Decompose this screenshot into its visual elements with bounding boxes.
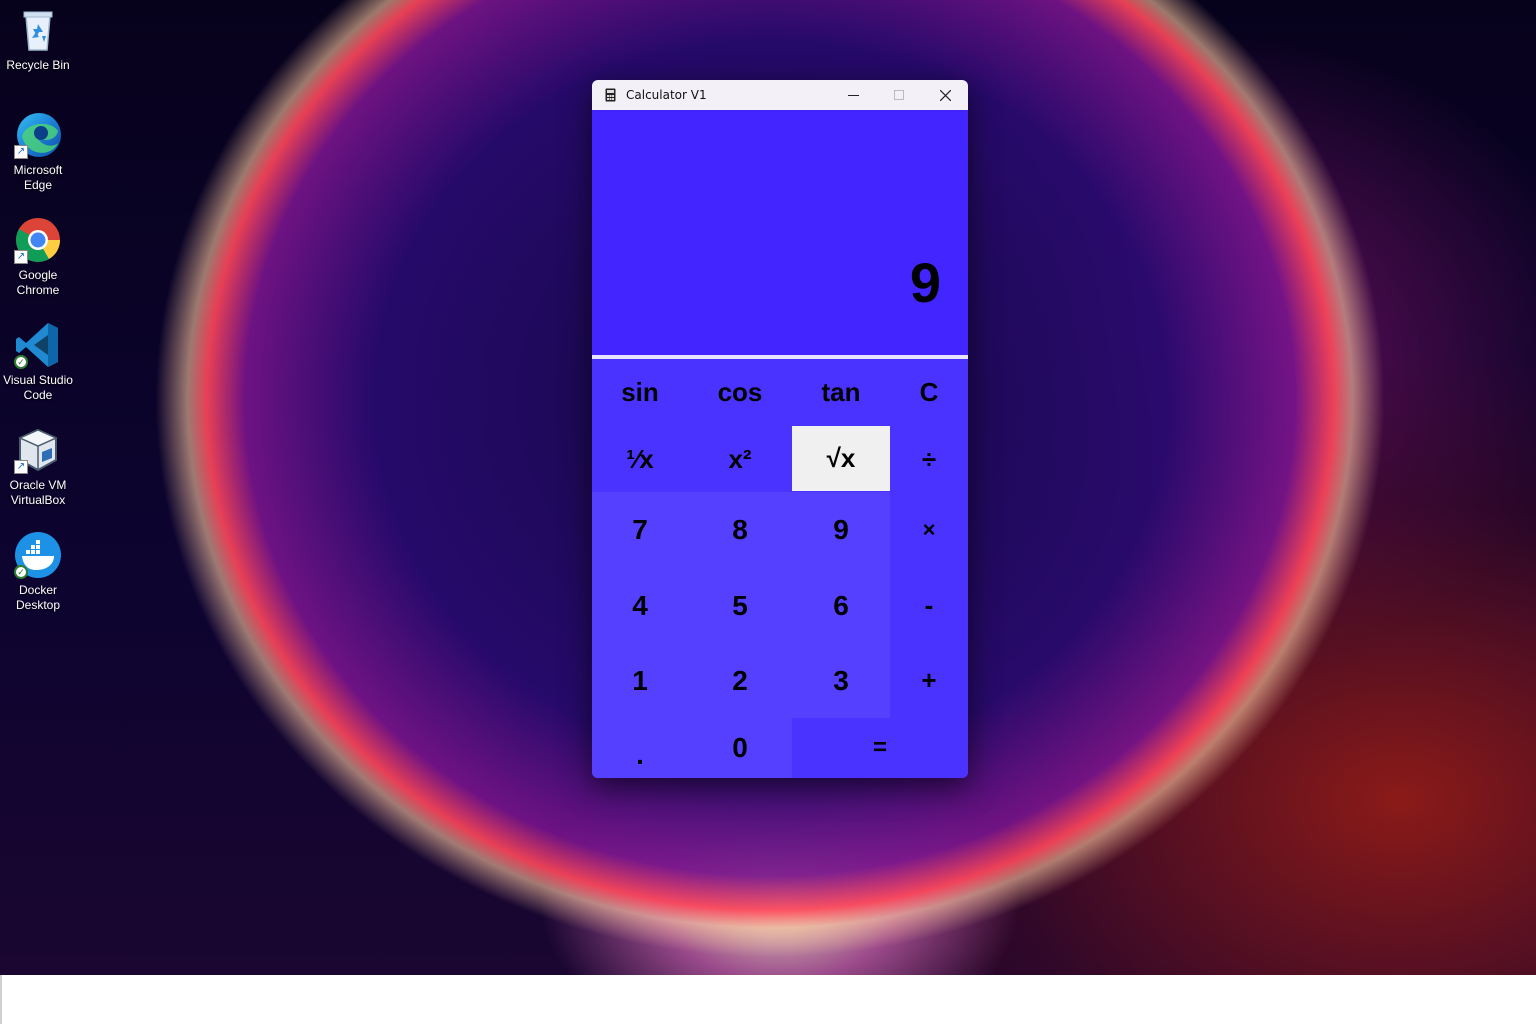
- desktop-icon-google-chrome[interactable]: ↗ Google Chrome: [0, 216, 76, 298]
- vscode-icon: ✓: [14, 321, 62, 369]
- docker-icon: ✓: [14, 531, 62, 579]
- desktop-icon-microsoft-edge[interactable]: ↗ Microsoft Edge: [0, 111, 76, 193]
- divide-button[interactable]: ÷: [890, 426, 968, 492]
- title-bar[interactable]: Calculator V1: [592, 80, 968, 110]
- sqrt-button[interactable]: √x: [792, 426, 890, 491]
- chrome-icon: ↗: [14, 216, 62, 264]
- display-value: 9: [909, 251, 941, 314]
- recycle-bin-icon: [14, 6, 62, 54]
- minimize-icon: [847, 94, 859, 96]
- window-title: Calculator V1: [626, 88, 707, 102]
- desktop-icon-label: Microsoft Edge: [13, 163, 63, 192]
- keypad: sin cos tan C ¹⁄x x² √x ÷ 7 8 9 × 4 5 6 …: [592, 359, 968, 778]
- shortcut-arrow-icon: ↗: [14, 460, 28, 474]
- minimize-button[interactable]: [830, 80, 876, 110]
- digit-4-button[interactable]: 4: [592, 568, 688, 643]
- desktop-icon-label: Visual Studio Code: [3, 373, 73, 402]
- decimal-point-button[interactable]: .: [592, 718, 688, 778]
- desktop-icon-docker-desktop[interactable]: ✓ Docker Desktop: [0, 531, 76, 613]
- maximize-icon: [894, 90, 904, 100]
- shortcut-arrow-icon: ↗: [14, 250, 28, 264]
- desktop-icon-label: Oracle VM VirtualBox: [9, 478, 67, 507]
- digit-6-button[interactable]: 6: [792, 568, 890, 643]
- virtualbox-icon: ↗: [14, 426, 62, 474]
- taskbar-area: [0, 975, 1536, 1024]
- multiply-button[interactable]: ×: [890, 492, 968, 568]
- sync-check-icon: ✓: [14, 355, 28, 369]
- desktop-icon-label: Recycle Bin: [6, 58, 70, 72]
- desktop-icon-label: Docker Desktop: [15, 583, 61, 612]
- desktop-icon-label: Google Chrome: [16, 268, 60, 297]
- minus-button[interactable]: -: [890, 568, 968, 643]
- digit-2-button[interactable]: 2: [688, 643, 792, 718]
- digit-3-button[interactable]: 3: [792, 643, 890, 718]
- desktop-icon-visual-studio-code[interactable]: ✓ Visual Studio Code: [0, 321, 76, 403]
- desktop-icon-oracle-vm-virtualbox[interactable]: ↗ Oracle VM VirtualBox: [0, 426, 76, 508]
- cos-button[interactable]: cos: [688, 359, 792, 425]
- edge-icon: ↗: [14, 111, 62, 159]
- digit-7-button[interactable]: 7: [592, 492, 688, 568]
- tan-button[interactable]: tan: [792, 359, 890, 425]
- clear-button[interactable]: C: [890, 359, 968, 425]
- desktop-icon-recycle-bin[interactable]: Recycle Bin: [0, 6, 76, 73]
- reciprocal-button[interactable]: ¹⁄x: [592, 426, 688, 492]
- digit-0-button[interactable]: 0: [688, 718, 792, 778]
- digit-8-button[interactable]: 8: [688, 492, 792, 568]
- plus-button[interactable]: +: [890, 643, 968, 718]
- close-icon: [939, 89, 951, 101]
- calculator-display: 9: [592, 110, 968, 355]
- digit-9-button[interactable]: 9: [792, 492, 890, 568]
- digit-5-button[interactable]: 5: [688, 568, 792, 643]
- digit-1-button[interactable]: 1: [592, 643, 688, 718]
- sin-button[interactable]: sin: [592, 359, 688, 425]
- square-button[interactable]: x²: [688, 426, 792, 492]
- maximize-button[interactable]: [876, 80, 922, 110]
- close-button[interactable]: [922, 80, 968, 110]
- calculator-icon: [602, 87, 618, 103]
- calculator-window: Calculator V1 9 sin cos tan C ¹⁄x x² √x …: [592, 80, 968, 778]
- equals-button[interactable]: =: [792, 718, 968, 778]
- shortcut-arrow-icon: ↗: [14, 145, 28, 159]
- sync-check-icon: ✓: [14, 565, 28, 579]
